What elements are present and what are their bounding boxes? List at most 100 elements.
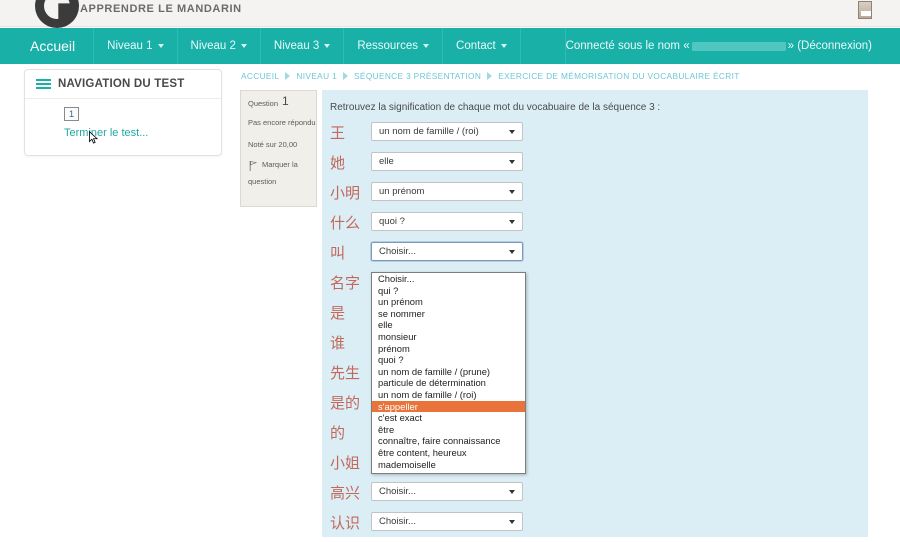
vocabulary-row: 叫 Choisir... [322, 241, 868, 272]
vocabulary-row: 小明 un prénom [322, 182, 868, 212]
meaning-select-value: quoi ? [379, 216, 405, 227]
test-navigation-title: NAVIGATION DU TEST [58, 78, 185, 90]
meaning-select-value: elle [379, 156, 394, 167]
logout-link[interactable]: » (Déconnexion) [788, 40, 872, 52]
chevron-down-icon [509, 250, 515, 254]
meaning-select-2[interactable]: elle [371, 152, 523, 171]
breadcrumb-separator-icon [487, 72, 493, 80]
test-navigation-header: NAVIGATION DU TEST [25, 70, 221, 99]
chevron-down-icon [240, 44, 247, 48]
dropdown-option[interactable]: mademoiselle [372, 459, 525, 471]
panda-logo-icon[interactable] [35, 0, 79, 28]
meaning-select-3[interactable]: un prénom [371, 182, 523, 201]
finish-test-link[interactable]: Terminer le test... [64, 127, 148, 139]
meaning-select-1[interactable]: un nom de famille / (roi) [371, 122, 523, 141]
chevron-down-icon [509, 520, 515, 524]
nav-item-label: Niveau 1 [107, 40, 153, 52]
question-nav-button-1[interactable]: 1 [64, 107, 79, 121]
chevron-down-icon [509, 190, 515, 194]
main-navbar: Accueil Niveau 1 Niveau 2 Niveau 3 Resso… [0, 28, 900, 64]
breadcrumb-item-niveau-1[interactable]: NIVEAU 1 [296, 71, 337, 81]
meaning-select-value: Choisir... [379, 516, 416, 527]
dropdown-option[interactable]: un nom de famille / (roi) [372, 389, 525, 401]
dropdown-option[interactable]: être [372, 424, 525, 436]
breadcrumb-separator-icon [343, 72, 349, 80]
nav-item-label: Niveau 2 [190, 40, 236, 52]
dropdown-option[interactable]: particule de détermination [372, 377, 525, 389]
nav-item-label: Ressources [357, 40, 419, 52]
hanzi-term: 王 [330, 124, 346, 142]
dropdown-option[interactable]: c'est exact [372, 412, 525, 424]
dropdown-option[interactable]: être content, heureux [372, 447, 525, 459]
flag-question-label-line1[interactable]: Marquer la [262, 160, 298, 169]
meaning-select-14[interactable]: Choisir... [371, 512, 523, 531]
hamburger-icon[interactable] [36, 78, 51, 90]
question-prompt: Retrouvez la signification de chaque mot… [330, 102, 661, 113]
hanzi-term: 什么 [330, 214, 361, 232]
question-state: Pas encore répondu [248, 118, 316, 127]
dropdown-option[interactable]: se nommer [372, 308, 525, 320]
meaning-select-13[interactable]: Choisir... [371, 482, 523, 501]
nav-item-contact[interactable]: Contact [443, 28, 521, 64]
user-avatar-icon[interactable] [858, 1, 872, 19]
breadcrumb-item-exercice[interactable]: EXERCICE DE MÉMORISATION DU VOCABULAIRE … [498, 71, 740, 81]
meaning-select-4[interactable]: quoi ? [371, 212, 523, 231]
question-label: Question [248, 99, 279, 108]
dropdown-option[interactable]: un nom de famille / (prune) [372, 366, 525, 378]
logged-in-prefix: Connecté sous le nom « [565, 40, 690, 52]
meaning-select-value: Choisir... [379, 486, 416, 497]
dropdown-option[interactable]: un prénom [372, 296, 525, 308]
hanzi-term: 高兴 [330, 484, 361, 502]
hanzi-term: 她 [330, 154, 346, 172]
hanzi-term: 谁 [330, 334, 346, 352]
dropdown-options-list[interactable]: Choisir... qui ? un prénom se nommer elle mon… [371, 272, 526, 474]
breadcrumb-item-accueil[interactable]: ACCUEIL [241, 71, 279, 81]
vocabulary-row: 高兴 Choisir... [322, 482, 868, 512]
chevron-down-icon [509, 160, 515, 164]
meaning-select-value: Choisir... [379, 246, 416, 257]
breadcrumb: ACCUEIL NIVEAU 1 SÉQUENCE 3 PRÉSENTATION… [241, 71, 740, 81]
vocabulary-row: 认识 Choisir... [322, 512, 868, 542]
hanzi-term: 是的 [330, 394, 361, 412]
nav-item-label: Contact [456, 40, 496, 52]
question-number: 1 [282, 94, 289, 108]
hanzi-term: 叫 [330, 244, 346, 262]
chevron-down-icon [324, 44, 331, 48]
chevron-down-icon [509, 490, 515, 494]
test-navigation-panel: NAVIGATION DU TEST 1 Terminer le test... [24, 69, 222, 156]
chevron-down-icon [500, 44, 507, 48]
site-header: APPRENDRE LE MANDARIN [0, 0, 900, 28]
dropdown-option[interactable]: monsieur [372, 331, 525, 343]
meaning-select-value: un nom de famille / (roi) [379, 126, 479, 137]
nav-item-niveau-2[interactable]: Niveau 2 [178, 28, 261, 64]
flag-icon[interactable] [249, 161, 258, 171]
vocabulary-row: 王 un nom de famille / (roi) [322, 122, 868, 152]
nav-item-accueil[interactable]: Accueil [16, 28, 95, 64]
dropdown-option[interactable]: qui ? [372, 285, 525, 297]
dropdown-option[interactable]: quoi ? [372, 354, 525, 366]
hanzi-term: 小姐 [330, 454, 361, 472]
chevron-down-icon [509, 130, 515, 134]
vocabulary-row: 她 elle [322, 152, 868, 182]
logged-in-username [691, 41, 786, 51]
flag-question-label-line2[interactable]: question [248, 177, 276, 186]
dropdown-option[interactable]: prénom [372, 343, 525, 355]
hanzi-term: 的 [330, 424, 346, 442]
hanzi-term: 名字 [330, 274, 361, 292]
user-session-info: Connecté sous le nom « » (Déconnexion) [564, 28, 900, 64]
breadcrumb-item-sequence-3[interactable]: SÉQUENCE 3 PRÉSENTATION [354, 71, 481, 81]
dropdown-option[interactable]: s'appeller [372, 400, 525, 413]
hanzi-term: 小明 [330, 184, 361, 202]
dropdown-option[interactable]: connaître, faire connaissance [372, 435, 525, 447]
nav-item-ressources[interactable]: Ressources [344, 28, 444, 64]
dropdown-option[interactable]: Choisir... [372, 273, 525, 285]
breadcrumb-separator-icon [285, 72, 291, 80]
meaning-select-5[interactable]: Choisir... [370, 241, 524, 262]
nav-item-niveau-3[interactable]: Niveau 3 [261, 28, 345, 64]
navbar-items: Accueil Niveau 1 Niveau 2 Niveau 3 Resso… [16, 28, 521, 64]
vocabulary-row: 什么 quoi ? [322, 212, 868, 242]
dropdown-option[interactable]: elle [372, 319, 525, 331]
nav-item-niveau-1[interactable]: Niveau 1 [94, 28, 178, 64]
chevron-down-icon [157, 44, 164, 48]
question-info-panel: Question 1 Pas encore répondu Noté sur 2… [240, 90, 317, 207]
